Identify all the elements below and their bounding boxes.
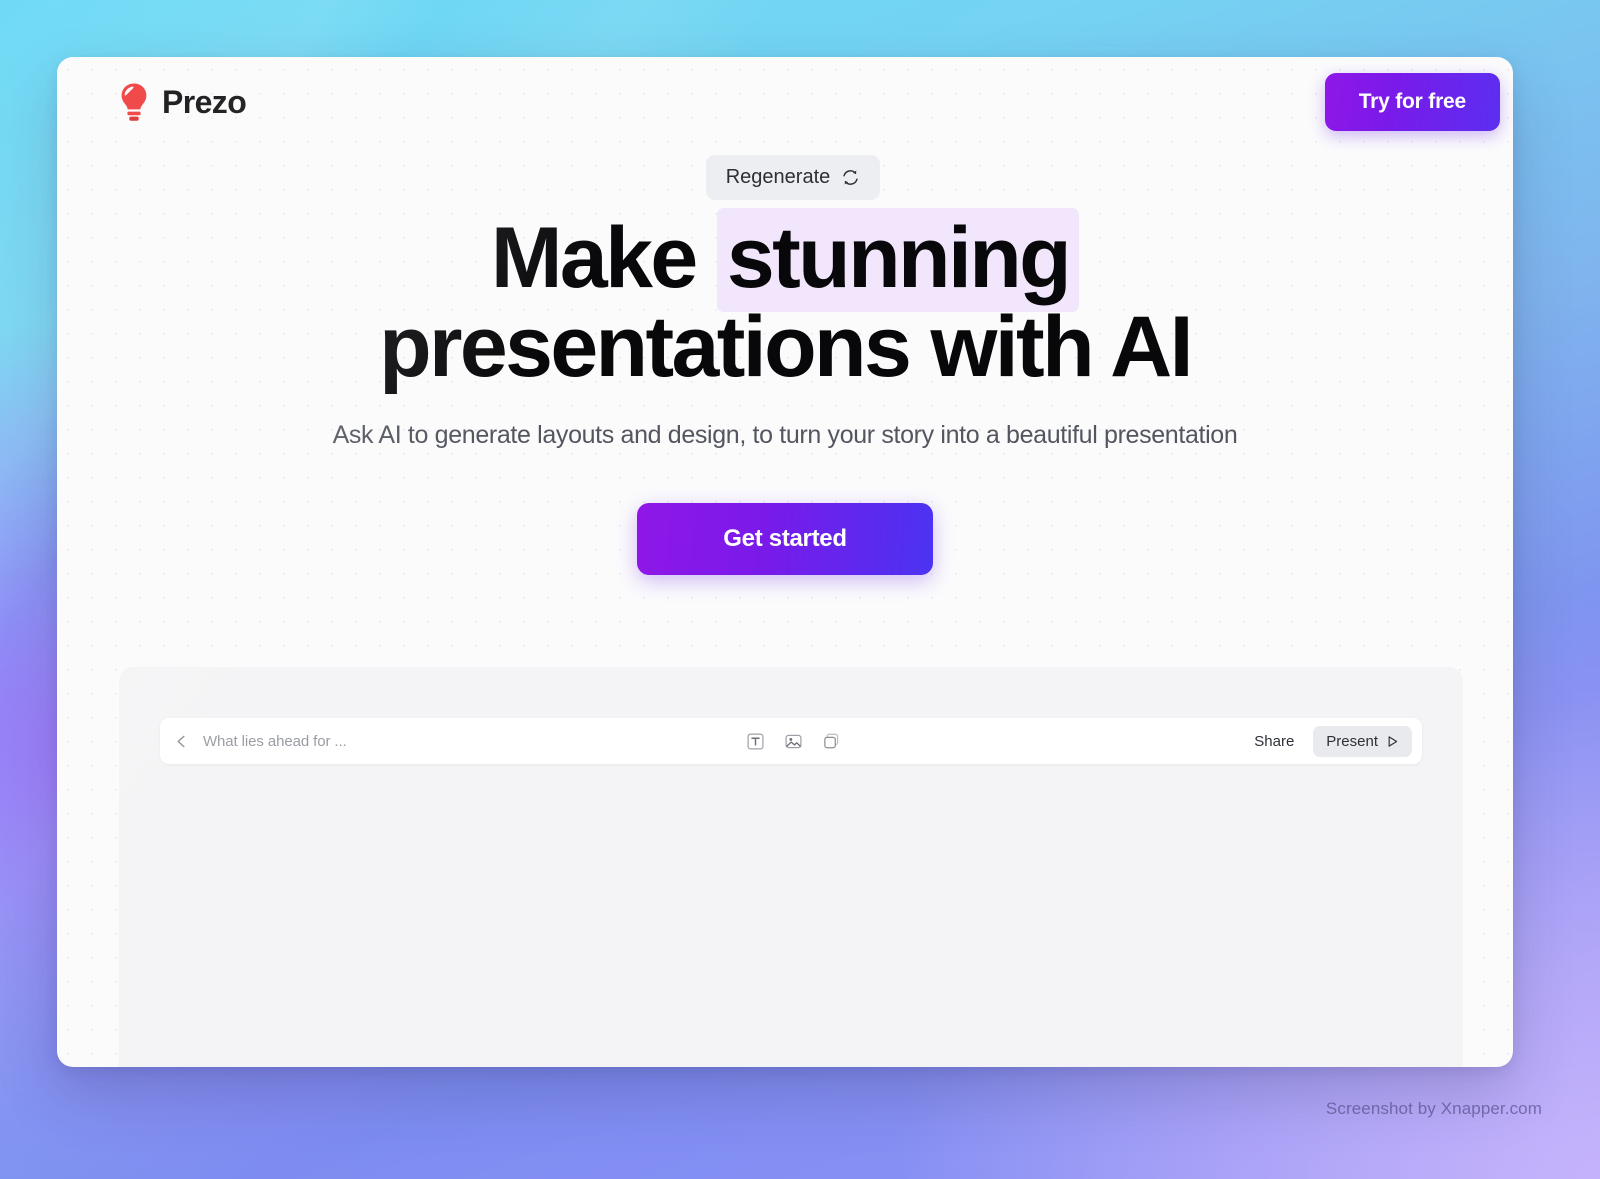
refresh-cycle-icon	[843, 170, 858, 185]
present-label: Present	[1326, 732, 1378, 750]
shape-tool-icon[interactable]	[822, 732, 841, 751]
top-bar: Prezo Try for free	[57, 57, 1513, 147]
text-tool-icon[interactable]	[746, 732, 765, 751]
brand-logo[interactable]: Prezo	[119, 82, 247, 122]
toolbar-tool-group	[347, 732, 1242, 751]
regenerate-label: Regenerate	[725, 166, 831, 188]
regenerate-button[interactable]: Regenerate	[705, 155, 881, 200]
page-backdrop: Prezo Try for free Regenerate Make stunn…	[0, 0, 1600, 1179]
headline-highlight: stunning	[716, 208, 1080, 312]
share-button[interactable]: Share	[1241, 726, 1307, 757]
play-triangle-icon	[1388, 735, 1398, 747]
editor-preview-panel: What lies ahead for ... Share Present	[119, 667, 1463, 1067]
toolbar-left-group: What lies ahead for ...	[160, 733, 347, 750]
document-title[interactable]: What lies ahead for ...	[203, 733, 347, 750]
toolbar-right-group: Share Present	[1241, 725, 1422, 757]
get-started-button[interactable]: Get started	[637, 503, 933, 576]
page-title: Make stunning presentations with AI	[235, 208, 1335, 391]
hero-section: Regenerate Make stunning presentations w…	[57, 155, 1513, 576]
app-window-card: Prezo Try for free Regenerate Make stunn…	[57, 57, 1513, 1067]
screenshot-watermark: Screenshot by Xnapper.com	[1325, 1099, 1542, 1118]
headline-part-2: presentations with AI	[379, 298, 1193, 395]
lightbulb-icon	[121, 83, 147, 121]
editor-toolbar: What lies ahead for ... Share Present	[160, 718, 1422, 764]
page-subtitle: Ask AI to generate layouts and design, t…	[332, 421, 1238, 450]
try-for-free-button[interactable]: Try for free	[1324, 73, 1500, 131]
present-button[interactable]: Present	[1313, 725, 1412, 757]
headline-part-1: Make	[490, 210, 717, 306]
image-tool-icon[interactable]	[784, 732, 803, 751]
brand-name: Prezo	[162, 83, 247, 120]
chevron-left-icon[interactable]	[174, 734, 189, 749]
